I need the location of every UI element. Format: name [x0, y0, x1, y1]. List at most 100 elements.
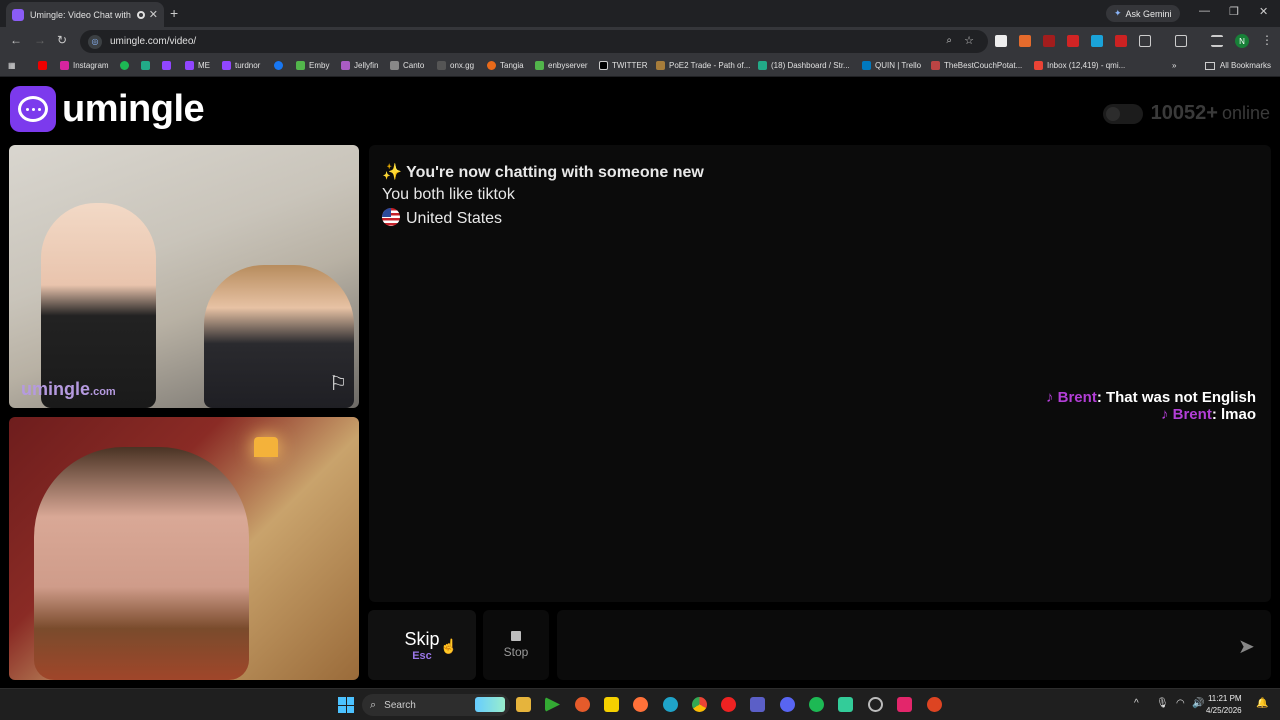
obs-icon[interactable] [868, 697, 883, 712]
more-bookmarks-chevron-icon[interactable]: » [1172, 61, 1176, 70]
profile-avatar[interactable]: N [1235, 34, 1249, 48]
emby-icon [296, 61, 305, 70]
firefox-icon[interactable] [633, 697, 648, 712]
spotify-icon [120, 61, 129, 70]
bookmark-spotify[interactable] [120, 61, 133, 70]
bookmark-green-app[interactable] [141, 61, 154, 70]
bookmark-tangia[interactable]: Tangia [487, 61, 524, 70]
side-panel-icon[interactable] [1175, 35, 1187, 47]
chat-intro: ✨ You're now chatting with someone new [382, 162, 704, 182]
message-separator: : [1096, 389, 1102, 406]
umingle-logo[interactable]: umingle [10, 86, 205, 132]
skip-button[interactable]: Skip Esc [368, 610, 476, 680]
bookmark-gmail[interactable]: Inbox (12,419) - qmi... [1034, 61, 1125, 70]
bookmark-trello[interactable]: QUIN | Trello [862, 61, 921, 70]
online-count: 10052+ [1150, 102, 1218, 124]
skip-shortcut: Esc [412, 649, 432, 662]
bookmark-turdnor[interactable]: turdnor [222, 61, 260, 70]
umingle-watermark: umingle.com [21, 379, 116, 399]
microphone-icon[interactable]: 🎙 [1156, 698, 1169, 709]
bookmark-label: enbyserver [548, 61, 588, 70]
back-icon[interactable]: ← [10, 33, 22, 47]
bookmark-youtube[interactable] [38, 61, 51, 70]
notification-bell-icon[interactable]: 🔔 [1256, 698, 1268, 709]
umingle-favicon-icon [12, 8, 24, 21]
gmail-icon [1034, 61, 1043, 70]
bookmark-couchpotato[interactable]: TheBestCouchPotat... [931, 61, 1022, 70]
facebook-icon [274, 61, 283, 70]
bookmark-enbyserver[interactable]: enbyserver [535, 61, 588, 70]
tray-chevron-icon[interactable]: ^ [1134, 698, 1139, 709]
volume-icon[interactable]: 🔊 [1192, 698, 1204, 709]
send-icon[interactable]: ➤ [1238, 634, 1255, 659]
gemini-sparkle-icon: ✦ [1114, 8, 1122, 18]
bookmark-canto[interactable]: Canto [390, 61, 424, 70]
media-player-icon[interactable] [545, 697, 560, 712]
bookmark-twitter[interactable]: TWITTER [599, 61, 648, 70]
chrome-icon[interactable] [692, 697, 707, 712]
edge-icon[interactable] [663, 697, 678, 712]
notepad-icon[interactable] [838, 697, 853, 712]
theme-toggle[interactable] [1102, 103, 1143, 124]
bookmark-emby[interactable]: Emby [296, 61, 329, 70]
address-bar[interactable]: ◎ umingle.com/video/ ⌕ ☆ [80, 30, 988, 53]
bookmark-onx[interactable]: onx.gg [437, 61, 474, 70]
teams-icon[interactable] [750, 697, 765, 712]
forward-icon[interactable]: → [34, 33, 46, 47]
new-tab-button[interactable]: + [170, 5, 178, 21]
bookmark-me[interactable]: ME [185, 61, 210, 70]
discord-icon[interactable] [780, 697, 795, 712]
extension-fox-icon[interactable] [1019, 35, 1031, 47]
sticky-notes-icon[interactable] [604, 697, 619, 712]
bookmark-instagram[interactable]: Instagram [60, 61, 109, 70]
bookmark-poe2-trade[interactable]: PoE2 Trade - Path of... [656, 61, 750, 70]
extension-k-icon[interactable] [995, 35, 1007, 47]
minimize-icon[interactable]: — [1199, 5, 1210, 17]
extension-7tv-icon[interactable] [1091, 35, 1103, 47]
extension-red-icon[interactable] [1043, 35, 1055, 47]
tab-umingle[interactable]: Umingle: Video Chat with S ✕ [6, 2, 164, 27]
bookmark-label: Canto [403, 61, 425, 70]
ask-gemini-button[interactable]: ✦ Ask Gemini [1106, 5, 1180, 22]
file-explorer-icon[interactable] [516, 697, 531, 712]
stranger-person-left [41, 203, 156, 408]
self-video [9, 417, 359, 680]
bookmark-dashboard[interactable]: (18) Dashboard / Str... [758, 61, 850, 70]
bookmark-twitch-1[interactable] [162, 61, 175, 70]
extension-youtube-icon[interactable] [1067, 35, 1079, 47]
widget-landscape-icon[interactable] [475, 697, 505, 712]
shared-interests: You both like tiktok [382, 186, 515, 203]
restore-icon[interactable]: ❐ [1229, 5, 1239, 18]
opera-icon[interactable] [721, 697, 736, 712]
reload-icon[interactable]: ↻ [57, 33, 67, 47]
bookmark-label: Tangia [500, 61, 524, 70]
bookmark-jellyfin[interactable]: Jellyfin [341, 61, 378, 70]
report-flag-icon[interactable]: ⚐ [329, 371, 347, 396]
message-input[interactable] [557, 610, 1271, 680]
extension-shield-icon[interactable] [1115, 35, 1127, 47]
zoom-icon[interactable]: ⌕ [946, 35, 952, 46]
chat-panel: ✨ You're now chatting with someone new Y… [369, 145, 1271, 602]
app-orange-icon[interactable] [575, 697, 590, 712]
instagram-icon [60, 61, 69, 70]
site-info-icon[interactable]: ◎ [88, 34, 102, 49]
system-clock[interactable]: 11:21 PM 4/25/2026 [1206, 693, 1242, 717]
spotify-icon[interactable] [809, 697, 824, 712]
media-controls-icon[interactable] [1211, 35, 1223, 47]
all-bookmarks-button[interactable]: All Bookmarks [1204, 61, 1271, 70]
wifi-icon[interactable]: ◠ [1176, 698, 1185, 709]
tiktok-studio-icon[interactable] [897, 697, 912, 712]
close-tab-icon[interactable]: ✕ [149, 8, 158, 21]
recorder-icon[interactable] [927, 697, 942, 712]
menu-kebab-icon[interactable]: ⋮ [1261, 33, 1273, 47]
clock-time: 11:21 PM [1207, 694, 1242, 703]
lamp [254, 437, 278, 457]
extensions-puzzle-icon[interactable] [1139, 35, 1151, 47]
logo-text: umingle [62, 87, 205, 130]
bookmark-facebook[interactable] [274, 61, 287, 70]
bookmark-star-icon[interactable]: ☆ [964, 34, 974, 47]
close-window-icon[interactable]: ✕ [1259, 5, 1268, 18]
apps-grid-icon[interactable]: ▦ [8, 61, 16, 70]
windows-start-icon[interactable] [338, 697, 354, 713]
stop-button[interactable]: Stop [483, 610, 549, 680]
